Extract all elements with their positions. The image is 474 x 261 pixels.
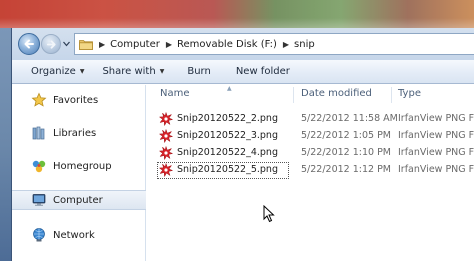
file-name: Snip20120522_5.png: [177, 164, 278, 175]
file-row[interactable]: Snip20120522_4.png 5/22/2012 1:10 PM Irf…: [157, 145, 474, 162]
navigation-pane: Favorites Libraries Homegroup Computer N…: [12, 85, 146, 261]
arrow-left-icon: [24, 39, 34, 49]
mouse-pointer-icon: [263, 205, 275, 223]
nav-item-favorites[interactable]: Favorites: [12, 90, 146, 110]
dropdown-arrow-icon: ▼: [79, 68, 85, 75]
file-type: IrfanView PNG File: [398, 147, 474, 158]
file-type: IrfanView PNG File: [398, 130, 474, 141]
breadcrumb-separator-icon[interactable]: ▶: [99, 40, 105, 49]
window-left-border: [0, 28, 12, 261]
network-icon: [33, 228, 45, 242]
nav-item-homegroup[interactable]: Homegroup: [12, 156, 146, 176]
column-divider[interactable]: [293, 87, 294, 103]
dropdown-arrow-icon: ▼: [159, 68, 165, 75]
file-row[interactable]: Snip20120522_3.png 5/22/2012 1:05 PM Irf…: [157, 128, 474, 145]
share-with-button[interactable]: Share with ▼: [102, 66, 164, 77]
file-date-modified: 5/22/2012 11:58 AM: [301, 113, 398, 124]
column-header-type[interactable]: Type: [398, 88, 421, 99]
file-row[interactable]: Snip20120522_5.png 5/22/2012 1:12 PM Irf…: [157, 162, 474, 179]
folder-icon: [79, 39, 93, 50]
file-date-modified: 5/22/2012 1:10 PM: [301, 147, 392, 158]
breadcrumb-separator-icon[interactable]: ▶: [166, 40, 172, 49]
nav-item-label: Computer: [53, 194, 103, 206]
share-with-label: Share with: [102, 66, 156, 77]
burn-button[interactable]: Burn: [187, 66, 210, 77]
window-title-bar: [0, 0, 474, 28]
column-header-date-modified[interactable]: Date modified: [301, 88, 372, 99]
nav-item-libraries[interactable]: Libraries: [12, 123, 146, 143]
file-name: Snip20120522_2.png: [177, 113, 278, 124]
nav-item-network[interactable]: Network: [12, 225, 146, 245]
address-bar[interactable]: ▶ Computer ▶ Removable Disk (F:) ▶ snip: [74, 33, 474, 55]
file-name: Snip20120522_4.png: [177, 147, 278, 158]
homegroup-icon: [32, 160, 46, 173]
breadcrumb-snip[interactable]: snip: [294, 39, 315, 50]
file-date-modified: 5/22/2012 1:12 PM: [301, 164, 392, 175]
burn-label: Burn: [187, 66, 211, 77]
nav-item-computer[interactable]: Computer: [12, 190, 146, 210]
breadcrumb-computer[interactable]: Computer: [110, 39, 160, 50]
forward-button[interactable]: [41, 34, 61, 54]
file-list-pane: ▲ Name Date modified Type Snip20120522_2…: [147, 85, 474, 261]
star-icon: [31, 92, 47, 107]
nav-item-label: Homegroup: [53, 160, 112, 172]
organize-label: Organize: [31, 66, 76, 77]
column-header-name[interactable]: Name: [160, 88, 190, 99]
nav-item-label: Network: [53, 229, 95, 241]
back-button[interactable]: [18, 33, 40, 55]
arrow-right-icon: [46, 40, 56, 49]
file-type: IrfanView PNG File: [398, 164, 474, 175]
nav-item-label: Libraries: [53, 127, 97, 139]
irfanview-png-icon: [159, 146, 173, 160]
irfanview-png-icon: [159, 163, 173, 177]
computer-icon: [32, 194, 46, 206]
file-type: IrfanView PNG File: [398, 113, 474, 124]
file-row[interactable]: Snip20120522_2.png 5/22/2012 11:58 AM Ir…: [157, 111, 474, 128]
breadcrumb-separator-icon[interactable]: ▶: [283, 40, 289, 49]
breadcrumb-removable-disk[interactable]: Removable Disk (F:): [177, 39, 277, 50]
recent-pages-chevron-icon[interactable]: [63, 41, 70, 47]
libraries-icon: [32, 126, 45, 140]
new-folder-label: New folder: [235, 66, 290, 77]
address-row: ▶ Computer ▶ Removable Disk (F:) ▶ snip: [12, 28, 474, 60]
column-header-row: ▲ Name Date modified Type: [147, 85, 474, 105]
irfanview-png-icon: [159, 112, 173, 126]
new-folder-button[interactable]: New folder: [236, 66, 290, 77]
file-date-modified: 5/22/2012 1:05 PM: [301, 130, 392, 141]
nav-item-label: Favorites: [53, 94, 99, 106]
column-divider[interactable]: [391, 87, 392, 103]
command-toolbar: Organize ▼ Share with ▼ Burn New folder: [12, 60, 474, 84]
irfanview-png-icon: [159, 129, 173, 143]
organize-button[interactable]: Organize ▼: [31, 66, 84, 77]
sort-arrow-icon: ▲: [227, 85, 232, 92]
file-name: Snip20120522_3.png: [177, 130, 278, 141]
